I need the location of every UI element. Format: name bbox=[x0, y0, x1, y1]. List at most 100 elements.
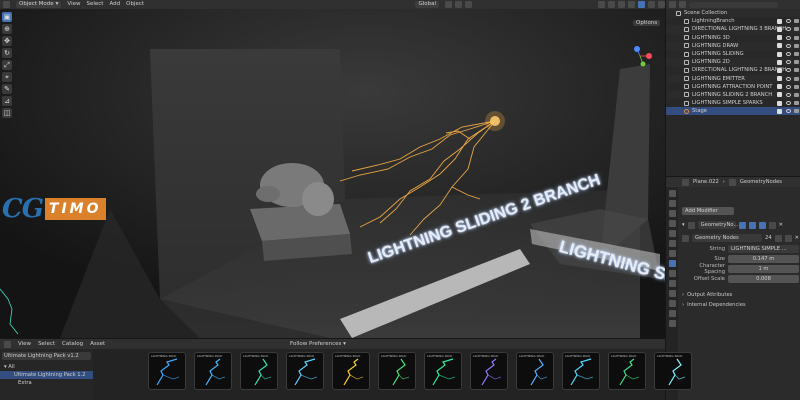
move-icon[interactable]: ✥ bbox=[2, 36, 12, 46]
scene-tab-icon[interactable] bbox=[668, 230, 676, 237]
eye-icon[interactable] bbox=[786, 19, 791, 24]
camera-icon[interactable] bbox=[794, 19, 799, 24]
camera-icon[interactable] bbox=[794, 68, 799, 73]
asset-thumbnail[interactable]: LIGHTNING PACK bbox=[240, 352, 278, 390]
outliner-item[interactable]: LIGHTNING EMITTER bbox=[666, 74, 800, 83]
menu-select[interactable]: Select bbox=[38, 341, 55, 347]
asset-thumbnail[interactable]: LIGHTNING PACK bbox=[562, 352, 600, 390]
solid-shading-icon[interactable] bbox=[638, 1, 645, 8]
outliner-item[interactable]: LightningBranch bbox=[666, 17, 800, 25]
render-tab-icon[interactable] bbox=[668, 200, 676, 207]
eye-icon[interactable] bbox=[786, 109, 791, 114]
asset-thumbnail[interactable]: LIGHTNING PACK bbox=[148, 352, 186, 390]
field-value[interactable]: LIGHTNING SIMPLE ... bbox=[728, 245, 799, 253]
camera-icon[interactable] bbox=[794, 109, 799, 114]
output-attributes-panel[interactable]: › Output Attributes bbox=[682, 290, 799, 300]
exclude-checkbox[interactable] bbox=[777, 51, 782, 57]
modifier-name-field[interactable]: GeometryNo... bbox=[697, 221, 738, 229]
exclude-checkbox[interactable] bbox=[777, 100, 782, 106]
exclude-checkbox[interactable] bbox=[777, 43, 782, 49]
search-input[interactable] bbox=[689, 1, 778, 8]
add-cube-icon[interactable]: ◫ bbox=[2, 108, 12, 118]
field-value[interactable]: 0.147 m bbox=[728, 255, 799, 263]
overlay-icon[interactable] bbox=[618, 1, 625, 8]
menu-view[interactable]: View bbox=[67, 1, 80, 8]
menu-asset[interactable]: Asset bbox=[90, 341, 105, 347]
eye-icon[interactable] bbox=[786, 43, 791, 48]
world-tab-icon[interactable] bbox=[668, 240, 676, 247]
menu-catalog[interactable]: Catalog bbox=[62, 341, 83, 347]
exclude-checkbox[interactable] bbox=[777, 59, 782, 65]
cursor-icon[interactable]: ⊕ bbox=[2, 24, 12, 34]
catalog-extra[interactable]: Extra bbox=[0, 379, 93, 387]
outliner-item[interactable]: LIGHTNING ATTRACTION POINT bbox=[666, 83, 800, 91]
field-value[interactable]: 0.008 bbox=[728, 275, 799, 283]
camera-icon[interactable] bbox=[794, 60, 799, 65]
exclude-checkbox[interactable] bbox=[777, 18, 782, 24]
asset-thumbnail[interactable]: LIGHTNING PACK bbox=[516, 352, 554, 390]
camera-icon[interactable] bbox=[794, 27, 799, 32]
snap-icon[interactable] bbox=[455, 1, 462, 8]
eye-icon[interactable] bbox=[786, 76, 791, 81]
edit-mode-toggle-icon[interactable] bbox=[738, 221, 746, 229]
transform-icon[interactable]: ⌖ bbox=[2, 72, 12, 82]
scene-collection-row[interactable]: Scene Collection bbox=[666, 9, 800, 18]
outliner-item[interactable]: LIGHTNING DRAW bbox=[666, 41, 800, 50]
tool-tab-icon[interactable] bbox=[668, 190, 676, 197]
exclude-checkbox[interactable] bbox=[777, 84, 782, 90]
asset-thumbnail[interactable]: LIGHTNING PACK bbox=[470, 352, 508, 390]
eye-icon[interactable] bbox=[786, 35, 791, 40]
exclude-checkbox[interactable] bbox=[777, 35, 782, 41]
menu-object[interactable]: Object bbox=[126, 1, 144, 8]
add-modifier-button[interactable]: Add Modifier bbox=[682, 207, 734, 215]
eye-icon[interactable] bbox=[786, 27, 791, 32]
physics-tab-icon[interactable] bbox=[668, 280, 676, 287]
pivot-icon[interactable] bbox=[445, 1, 452, 8]
outliner-item[interactable]: Stage bbox=[666, 107, 800, 116]
material-tab-icon[interactable] bbox=[668, 310, 676, 317]
camera-icon[interactable] bbox=[794, 84, 799, 89]
outliner-editor-icon[interactable] bbox=[669, 1, 676, 8]
camera-icon[interactable] bbox=[794, 92, 799, 97]
exclude-checkbox[interactable] bbox=[777, 92, 782, 98]
asset-thumbnail[interactable]: LIGHTNING PACK bbox=[194, 352, 232, 390]
options-dropdown[interactable]: Options bbox=[633, 20, 661, 26]
duplicate-icon[interactable] bbox=[784, 234, 792, 242]
eye-icon[interactable] bbox=[786, 101, 791, 106]
object-tab-icon[interactable] bbox=[668, 250, 676, 257]
measure-icon[interactable]: ⊿ bbox=[2, 96, 12, 106]
asset-thumbnail[interactable]: LIGHTNING PACK bbox=[608, 352, 646, 390]
editor-type-icon[interactable] bbox=[4, 340, 11, 348]
scale-icon[interactable]: ⤢ bbox=[2, 60, 12, 70]
asset-thumbnail[interactable]: LIGHTNING PACK bbox=[424, 352, 462, 390]
close-icon[interactable]: ✕ bbox=[779, 222, 783, 228]
menu-add[interactable]: Add bbox=[109, 1, 120, 8]
outliner-item[interactable]: LIGHTNING SIMPLE SPARKS bbox=[666, 99, 800, 107]
asset-thumbnail[interactable]: LIGHTNING PACK bbox=[332, 352, 370, 390]
3d-viewport[interactable]: CG TIMO LIGHTNING SLIDING 2 BRANCH LIGHT… bbox=[0, 9, 665, 338]
viewport-toggle-icon[interactable] bbox=[748, 221, 756, 229]
outliner-item[interactable]: LIGHTNING 3D bbox=[666, 34, 800, 42]
eye-icon[interactable] bbox=[786, 92, 791, 97]
exclude-checkbox[interactable] bbox=[777, 26, 782, 32]
catalog-all[interactable]: ▾ All bbox=[0, 363, 93, 371]
asset-thumbnail[interactable]: LIGHTNING PACK bbox=[286, 352, 324, 390]
chevron-down-icon[interactable]: ▾ bbox=[682, 222, 685, 228]
exclude-checkbox[interactable] bbox=[777, 76, 782, 82]
data-tab-icon[interactable] bbox=[668, 300, 676, 307]
camera-icon[interactable] bbox=[794, 35, 799, 40]
orientation-dropdown[interactable]: Global bbox=[415, 1, 439, 8]
rendered-shading-icon[interactable] bbox=[658, 1, 665, 8]
menu-select[interactable]: Select bbox=[86, 1, 103, 8]
internal-dependencies-panel[interactable]: › Internal Dependencies bbox=[682, 300, 799, 310]
camera-icon[interactable] bbox=[794, 43, 799, 48]
exclude-checkbox[interactable] bbox=[777, 108, 782, 114]
particles-tab-icon[interactable] bbox=[668, 270, 676, 277]
field-value[interactable]: 1 m bbox=[728, 265, 799, 273]
constraints-tab-icon[interactable] bbox=[668, 290, 676, 297]
menu-view[interactable]: View bbox=[18, 341, 31, 347]
modifier-tab-icon[interactable] bbox=[668, 260, 676, 267]
proportional-edit-icon[interactable] bbox=[465, 1, 472, 8]
annotate-icon[interactable]: ✎ bbox=[2, 84, 12, 94]
render-toggle-icon[interactable] bbox=[758, 221, 766, 229]
